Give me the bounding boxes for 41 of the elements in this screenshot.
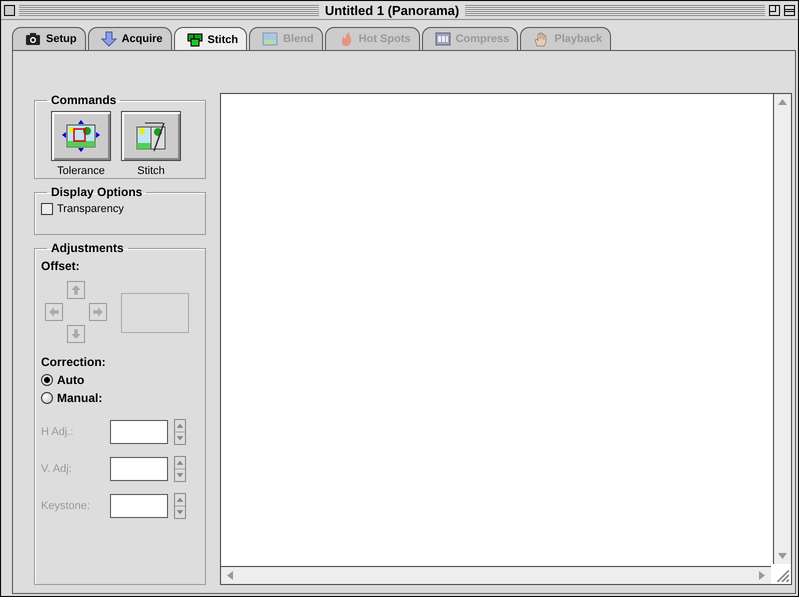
checkbox-label: Transparency: [57, 203, 124, 215]
tab[interactable]: Setup: [12, 27, 86, 50]
tab[interactable]: Acquire: [88, 27, 172, 50]
gradient-square-icon: [262, 31, 278, 47]
collapse-box-icon[interactable]: [784, 4, 796, 16]
window-title: Untitled 1 (Panorama): [324, 2, 460, 18]
resize-grip-icon[interactable]: [774, 567, 790, 583]
stepper[interactable]: [174, 419, 186, 445]
radio-label: Auto: [57, 373, 84, 387]
section-label: Offset:: [41, 259, 81, 273]
command-button[interactable]: [121, 111, 181, 161]
command-label: Tolerance: [57, 165, 105, 177]
group-title: Adjustments: [50, 241, 125, 255]
radio-label: Manual:: [57, 391, 102, 405]
camera-icon: [25, 31, 41, 47]
tab[interactable]: Stitch: [174, 27, 248, 51]
field-label: H Adj.:: [41, 426, 74, 438]
checkbox[interactable]: [41, 203, 53, 215]
overlapping-squares-icon: [186, 32, 203, 48]
stepper[interactable]: [174, 493, 186, 519]
arrow-left-icon: [48, 306, 60, 318]
resize-picture-icon: [61, 119, 101, 153]
offset-preview: [121, 293, 189, 333]
section-label: Correction:: [41, 355, 107, 369]
stepper[interactable]: [174, 456, 186, 482]
close-box-icon[interactable]: [4, 4, 15, 16]
film-strip-icon: [434, 31, 451, 47]
field-label: V. Adj:: [41, 463, 73, 475]
field-label: Keystone:: [41, 500, 91, 512]
arrow-down-icon: [70, 328, 82, 340]
radio-button[interactable]: [41, 374, 53, 386]
radio-button[interactable]: [41, 392, 53, 404]
group-title: Commands: [50, 93, 118, 107]
command-label: Stitch: [137, 165, 165, 177]
group-title: Display Options: [50, 185, 144, 199]
hand-icon: [533, 31, 550, 47]
command-button[interactable]: [51, 111, 111, 161]
arrow-up-icon: [70, 284, 82, 296]
arrow-right-icon: [92, 306, 104, 318]
zoom-box-icon[interactable]: [769, 4, 780, 16]
down-arrow-icon: [100, 31, 117, 47]
